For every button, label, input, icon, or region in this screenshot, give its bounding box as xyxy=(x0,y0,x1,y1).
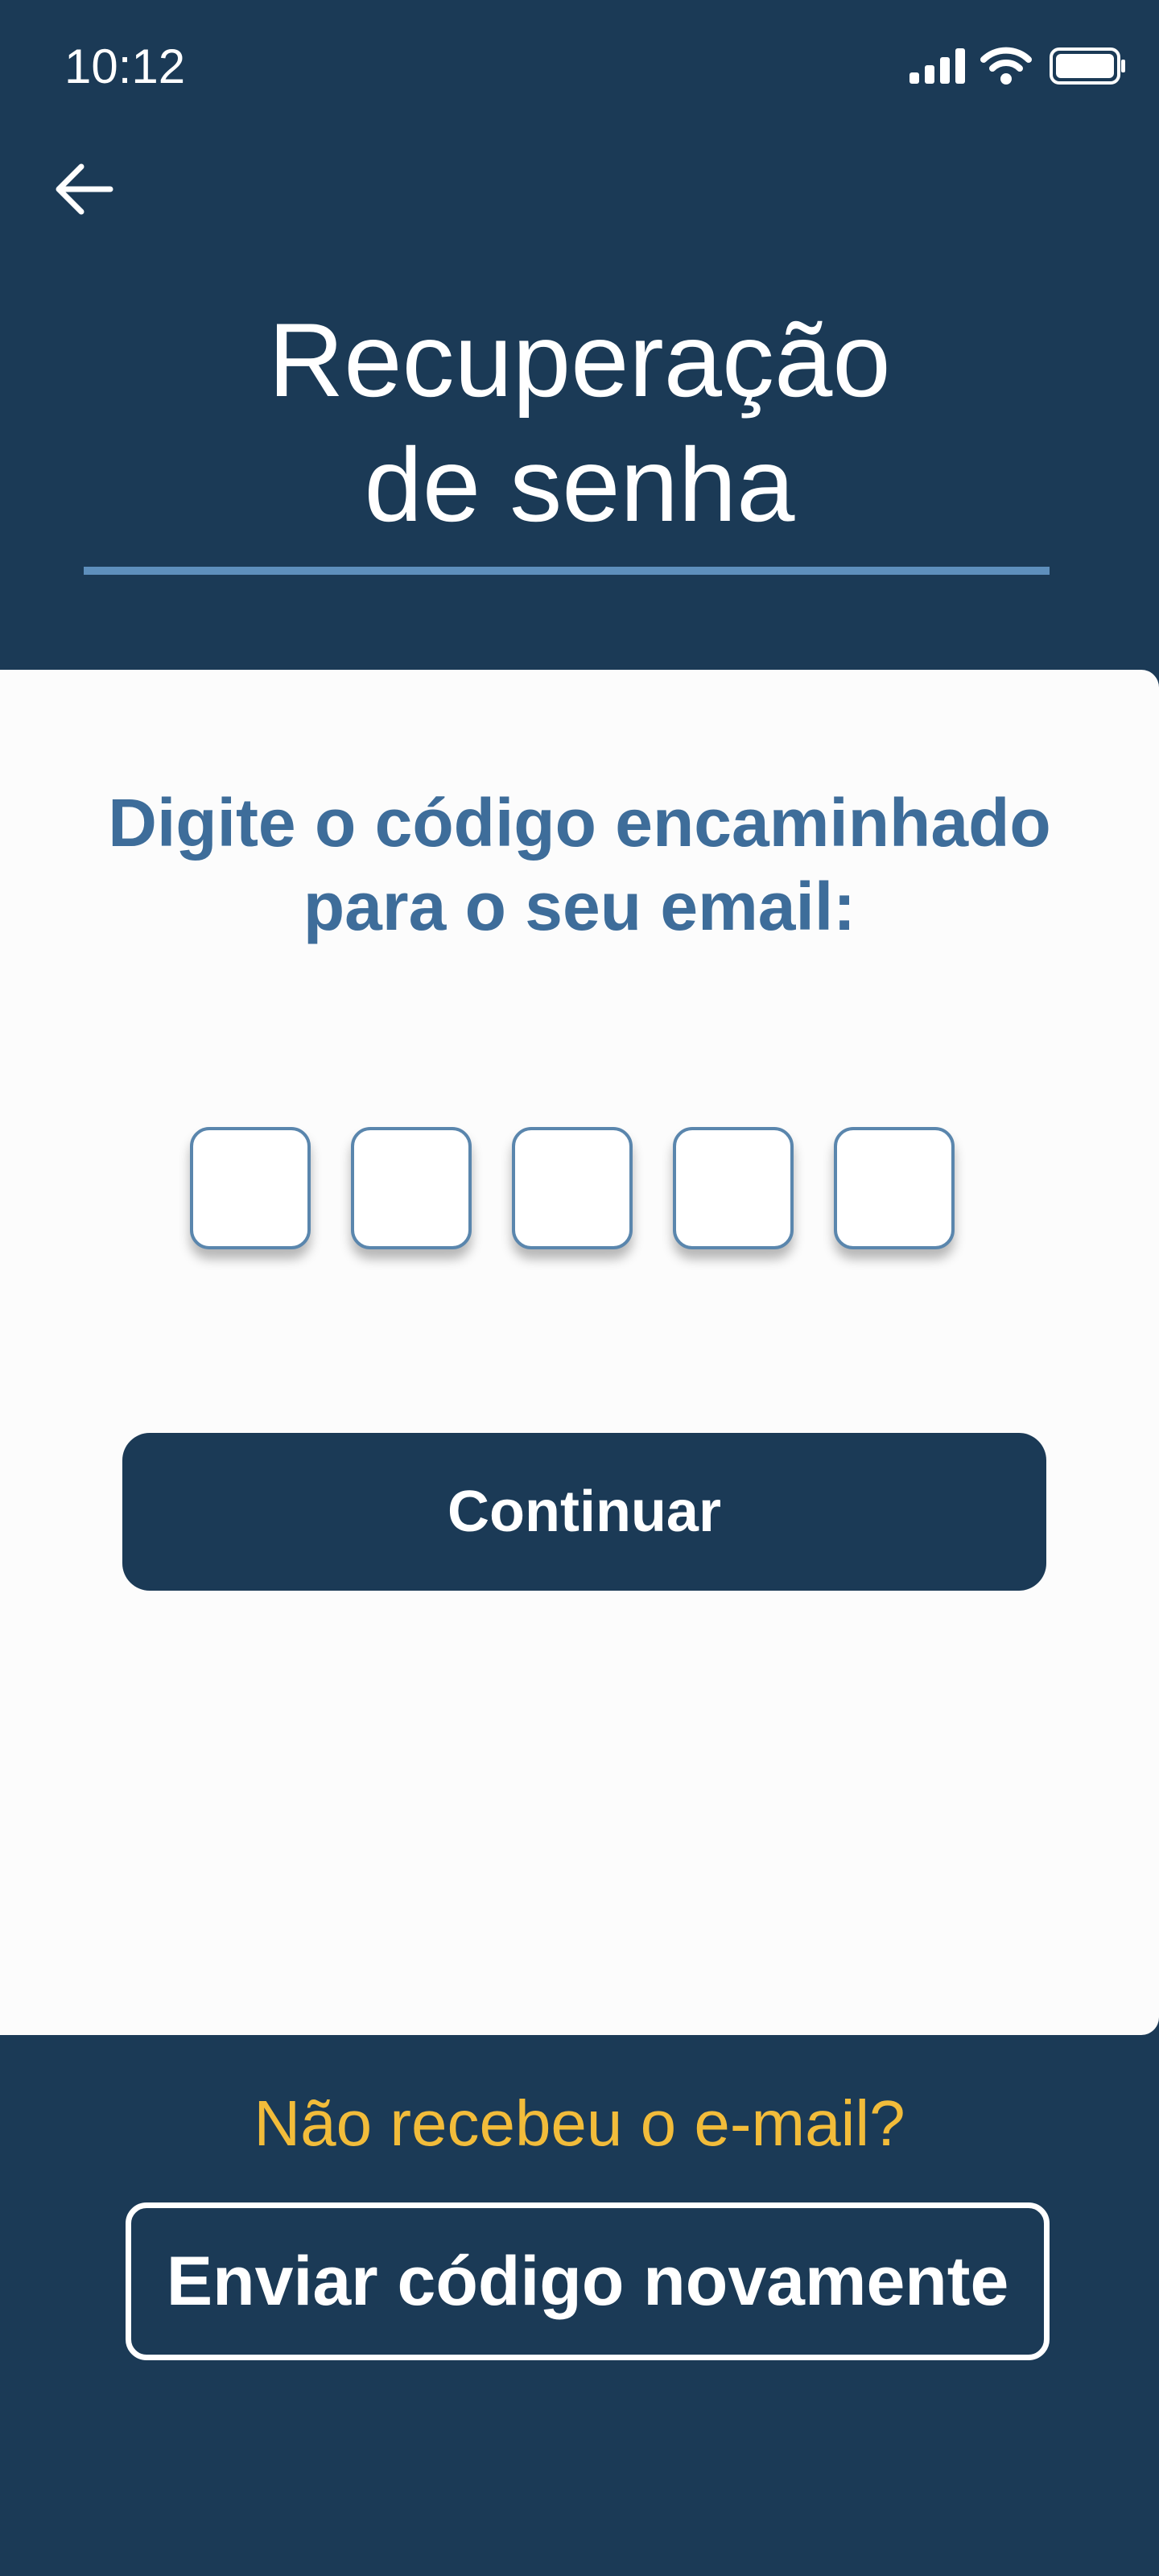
code-digit-2[interactable] xyxy=(351,1127,472,1249)
signal-icon xyxy=(909,47,967,88)
code-input-group xyxy=(190,1127,955,1249)
code-digit-5[interactable] xyxy=(834,1127,955,1249)
status-bar: 10:12 xyxy=(0,0,1159,137)
code-digit-3[interactable] xyxy=(512,1127,633,1249)
continue-button[interactable]: Continuar xyxy=(122,1433,1046,1591)
battery-icon xyxy=(1050,47,1127,89)
resend-code-button[interactable]: Enviar código novamente xyxy=(126,2202,1050,2360)
back-button[interactable] xyxy=(40,145,129,233)
instruction-line-1: Digite o código encaminhado xyxy=(108,785,1051,861)
status-time: 10:12 xyxy=(64,39,186,93)
code-digit-4[interactable] xyxy=(673,1127,794,1249)
status-icons xyxy=(909,45,1127,90)
title-underline xyxy=(84,567,1050,575)
instruction-text: Digite o código encaminhado para o seu e… xyxy=(0,781,1159,948)
resend-question: Não recebeu o e-mail? xyxy=(254,2087,905,2159)
page-title: Recuperação de senha xyxy=(0,298,1159,547)
page-title-line-1: Recuperação xyxy=(268,301,891,419)
code-digit-1[interactable] xyxy=(190,1127,311,1249)
instruction-line-2: para o seu email: xyxy=(303,869,856,944)
wifi-icon xyxy=(980,47,1032,89)
page-title-line-2: de senha xyxy=(364,426,795,543)
arrow-left-icon xyxy=(56,163,113,215)
